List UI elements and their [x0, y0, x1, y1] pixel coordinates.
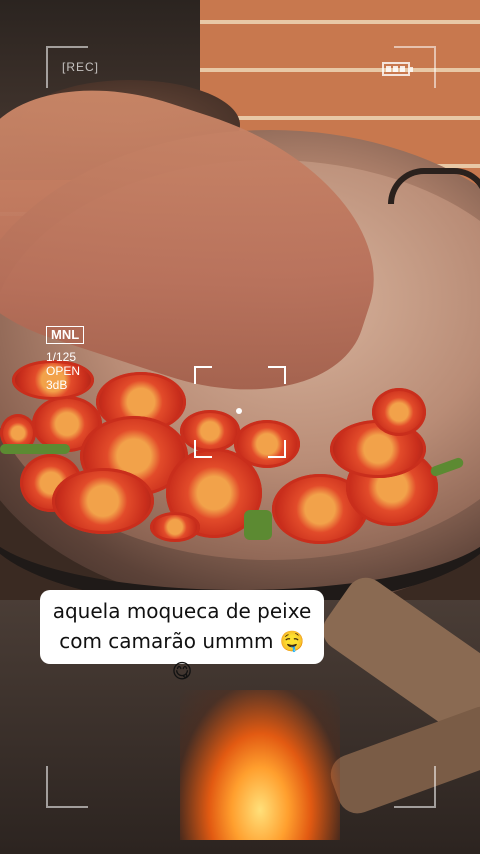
aperture-value: OPEN — [46, 364, 81, 378]
gain-value: 3dB — [46, 378, 68, 392]
rec-indicator: [REC] — [62, 60, 100, 74]
green-pepper-strip — [0, 444, 70, 454]
video-caption: aquela moqueca de peixe com camarão ummm… — [40, 590, 324, 683]
caption-line-2: com camarão ummm 🤤😋 — [59, 629, 305, 683]
frame-corner-bottom-left — [46, 766, 88, 808]
tomato-slice — [372, 388, 426, 436]
shutter-speed: 1/125 — [46, 350, 77, 364]
camera-settings: MNL 1/125 OPEN 3dB — [46, 326, 85, 392]
manual-mode-badge: MNL — [46, 326, 85, 344]
caption-line-1: aquela moqueca de peixe — [52, 599, 312, 623]
fire-flames — [180, 690, 340, 840]
focus-center-dot — [236, 408, 242, 414]
battery-icon — [382, 62, 413, 76]
frame-corner-bottom-right — [394, 766, 436, 808]
